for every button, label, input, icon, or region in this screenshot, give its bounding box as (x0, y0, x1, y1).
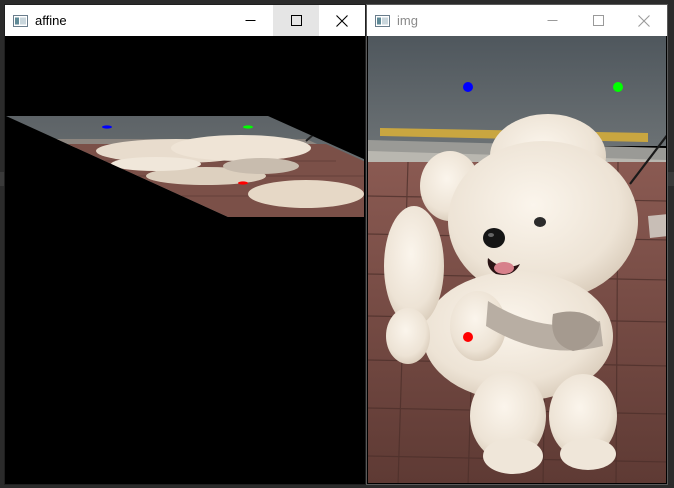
img-titlebar[interactable]: img (367, 5, 667, 36)
dog-photo (368, 36, 666, 483)
img-image-canvas (368, 36, 666, 483)
warped-blue-point (102, 125, 112, 129)
maximize-button[interactable] (575, 5, 621, 36)
close-button[interactable] (621, 5, 667, 36)
minimize-button[interactable] (529, 5, 575, 36)
green-point (613, 82, 623, 92)
img-window: img (366, 4, 668, 485)
warped-red-point (238, 181, 248, 185)
close-icon (638, 14, 650, 27)
maximize-icon (290, 15, 302, 26)
close-button[interactable] (319, 5, 365, 36)
minimize-icon (245, 20, 255, 21)
affine-image-canvas (6, 36, 364, 483)
opencv-window-icon (13, 14, 28, 27)
red-point (463, 332, 473, 342)
maximize-button[interactable] (273, 5, 319, 36)
affine-window: affine (4, 4, 366, 485)
opencv-window-icon (375, 14, 390, 27)
warped-green-point (243, 125, 253, 129)
minimize-button[interactable] (227, 5, 273, 36)
maximize-icon (592, 15, 604, 26)
img-window-title: img (397, 13, 418, 28)
affine-titlebar[interactable]: affine (5, 5, 365, 36)
blue-point (463, 82, 473, 92)
minimize-icon (547, 20, 557, 21)
affine-window-title: affine (35, 13, 67, 28)
close-icon (336, 14, 348, 27)
